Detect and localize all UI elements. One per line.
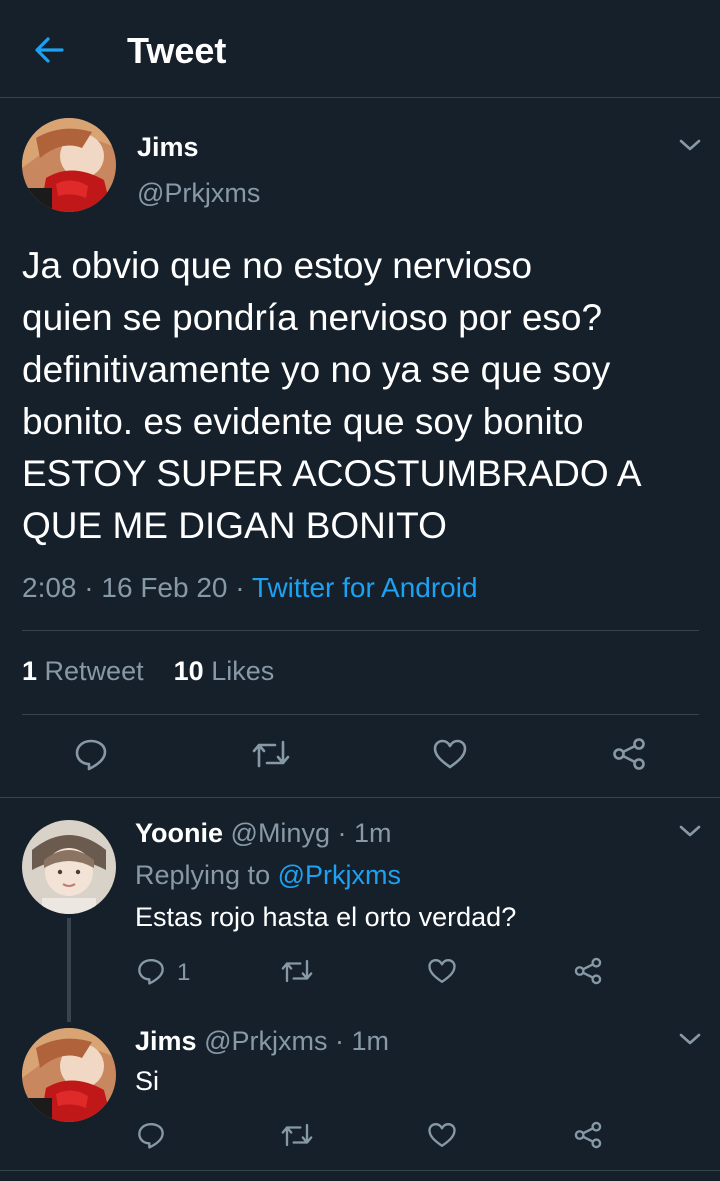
divider bbox=[22, 630, 699, 631]
reply-author-handle[interactable]: @Minyg bbox=[231, 818, 330, 848]
likes-label: Likes bbox=[211, 656, 275, 686]
reply-icon[interactable] bbox=[136, 1120, 166, 1150]
avatar[interactable] bbox=[22, 118, 116, 212]
replying-to-label: Replying to bbox=[135, 860, 271, 890]
reply-header: Jims @Prkjxms · 1m bbox=[135, 1026, 389, 1057]
like-icon[interactable] bbox=[432, 736, 468, 772]
reply-text: Si bbox=[135, 1066, 160, 1096]
reply-time: 1m bbox=[354, 818, 392, 848]
like-icon[interactable] bbox=[427, 956, 457, 986]
divider bbox=[22, 714, 699, 715]
retweets-count: 1 bbox=[22, 656, 38, 686]
reply-count: 1 bbox=[177, 959, 191, 986]
like-icon[interactable] bbox=[427, 1120, 457, 1150]
share-icon[interactable] bbox=[573, 1120, 603, 1150]
tweet-text-line: definitivamente yo no ya se que soy bbox=[22, 349, 611, 390]
tweet-text-line: ESTOY SUPER ACOSTUMBRADO A bbox=[22, 453, 642, 494]
reply-icon[interactable] bbox=[136, 956, 166, 986]
retweets-label: Retweet bbox=[44, 656, 144, 686]
author-name[interactable]: Jims bbox=[137, 132, 199, 163]
likes-stat[interactable]: 10 Likes bbox=[174, 656, 275, 686]
thread-line bbox=[67, 918, 71, 1022]
retweet-icon[interactable] bbox=[251, 736, 291, 772]
reply-author-name[interactable]: Jims bbox=[135, 1026, 197, 1056]
replying-to-handle[interactable]: @Prkjxms bbox=[278, 860, 401, 890]
replying-to: Replying to @Prkjxms bbox=[135, 860, 401, 891]
reply-text: Estas rojo hasta el orto verdad? bbox=[135, 902, 517, 932]
tweet-text-line: QUE ME DIGAN BONITO bbox=[22, 505, 447, 546]
page-title: Tweet bbox=[127, 30, 227, 71]
separator: · bbox=[84, 572, 94, 603]
author-handle[interactable]: @Prkjxms bbox=[137, 178, 260, 209]
likes-count: 10 bbox=[173, 656, 204, 686]
retweet-icon[interactable] bbox=[280, 956, 314, 986]
separator: · bbox=[235, 572, 245, 603]
reply-time: 1m bbox=[351, 1026, 390, 1056]
reply-author-handle[interactable]: @Prkjxms bbox=[204, 1026, 327, 1056]
divider bbox=[0, 1170, 720, 1171]
reply-header: Yoonie @Minyg · 1m bbox=[135, 818, 392, 849]
share-icon[interactable] bbox=[573, 956, 603, 986]
separator: · bbox=[334, 1026, 344, 1056]
avatar[interactable] bbox=[22, 820, 116, 914]
reply-icon[interactable] bbox=[73, 736, 109, 772]
chevron-down-icon[interactable] bbox=[677, 136, 703, 154]
tweet-text-line: quien se pondría nervioso por eso? bbox=[22, 297, 603, 338]
share-icon[interactable] bbox=[611, 736, 647, 772]
avatar[interactable] bbox=[22, 1028, 116, 1122]
tweet-stats: 1 Retweet 10 Likes bbox=[22, 656, 274, 687]
tweet-text-line: bonito. es evidente que soy bonito bbox=[22, 401, 584, 442]
tweet-text: Ja obvio que no estoy nervioso quien se … bbox=[22, 240, 712, 552]
top-bar: Tweet bbox=[0, 0, 720, 98]
chevron-down-icon[interactable] bbox=[677, 1030, 703, 1048]
separator: · bbox=[337, 818, 347, 848]
retweet-icon[interactable] bbox=[280, 1120, 314, 1150]
tweet-date: 16 Feb 20 bbox=[101, 572, 228, 603]
chevron-down-icon[interactable] bbox=[677, 822, 703, 840]
tweet-source-link[interactable]: Twitter for Android bbox=[252, 572, 478, 603]
tweet-text-line: Ja obvio que no estoy nervioso bbox=[22, 245, 533, 286]
retweets-stat[interactable]: 1 Retweet bbox=[22, 656, 144, 686]
reply-author-name[interactable]: Yoonie bbox=[135, 818, 223, 848]
tweet-time: 2:08 bbox=[22, 572, 77, 603]
back-arrow-icon[interactable] bbox=[32, 33, 66, 67]
tweet-meta: 2:08 · 16 Feb 20 · Twitter for Android bbox=[22, 572, 478, 604]
divider bbox=[0, 797, 720, 798]
